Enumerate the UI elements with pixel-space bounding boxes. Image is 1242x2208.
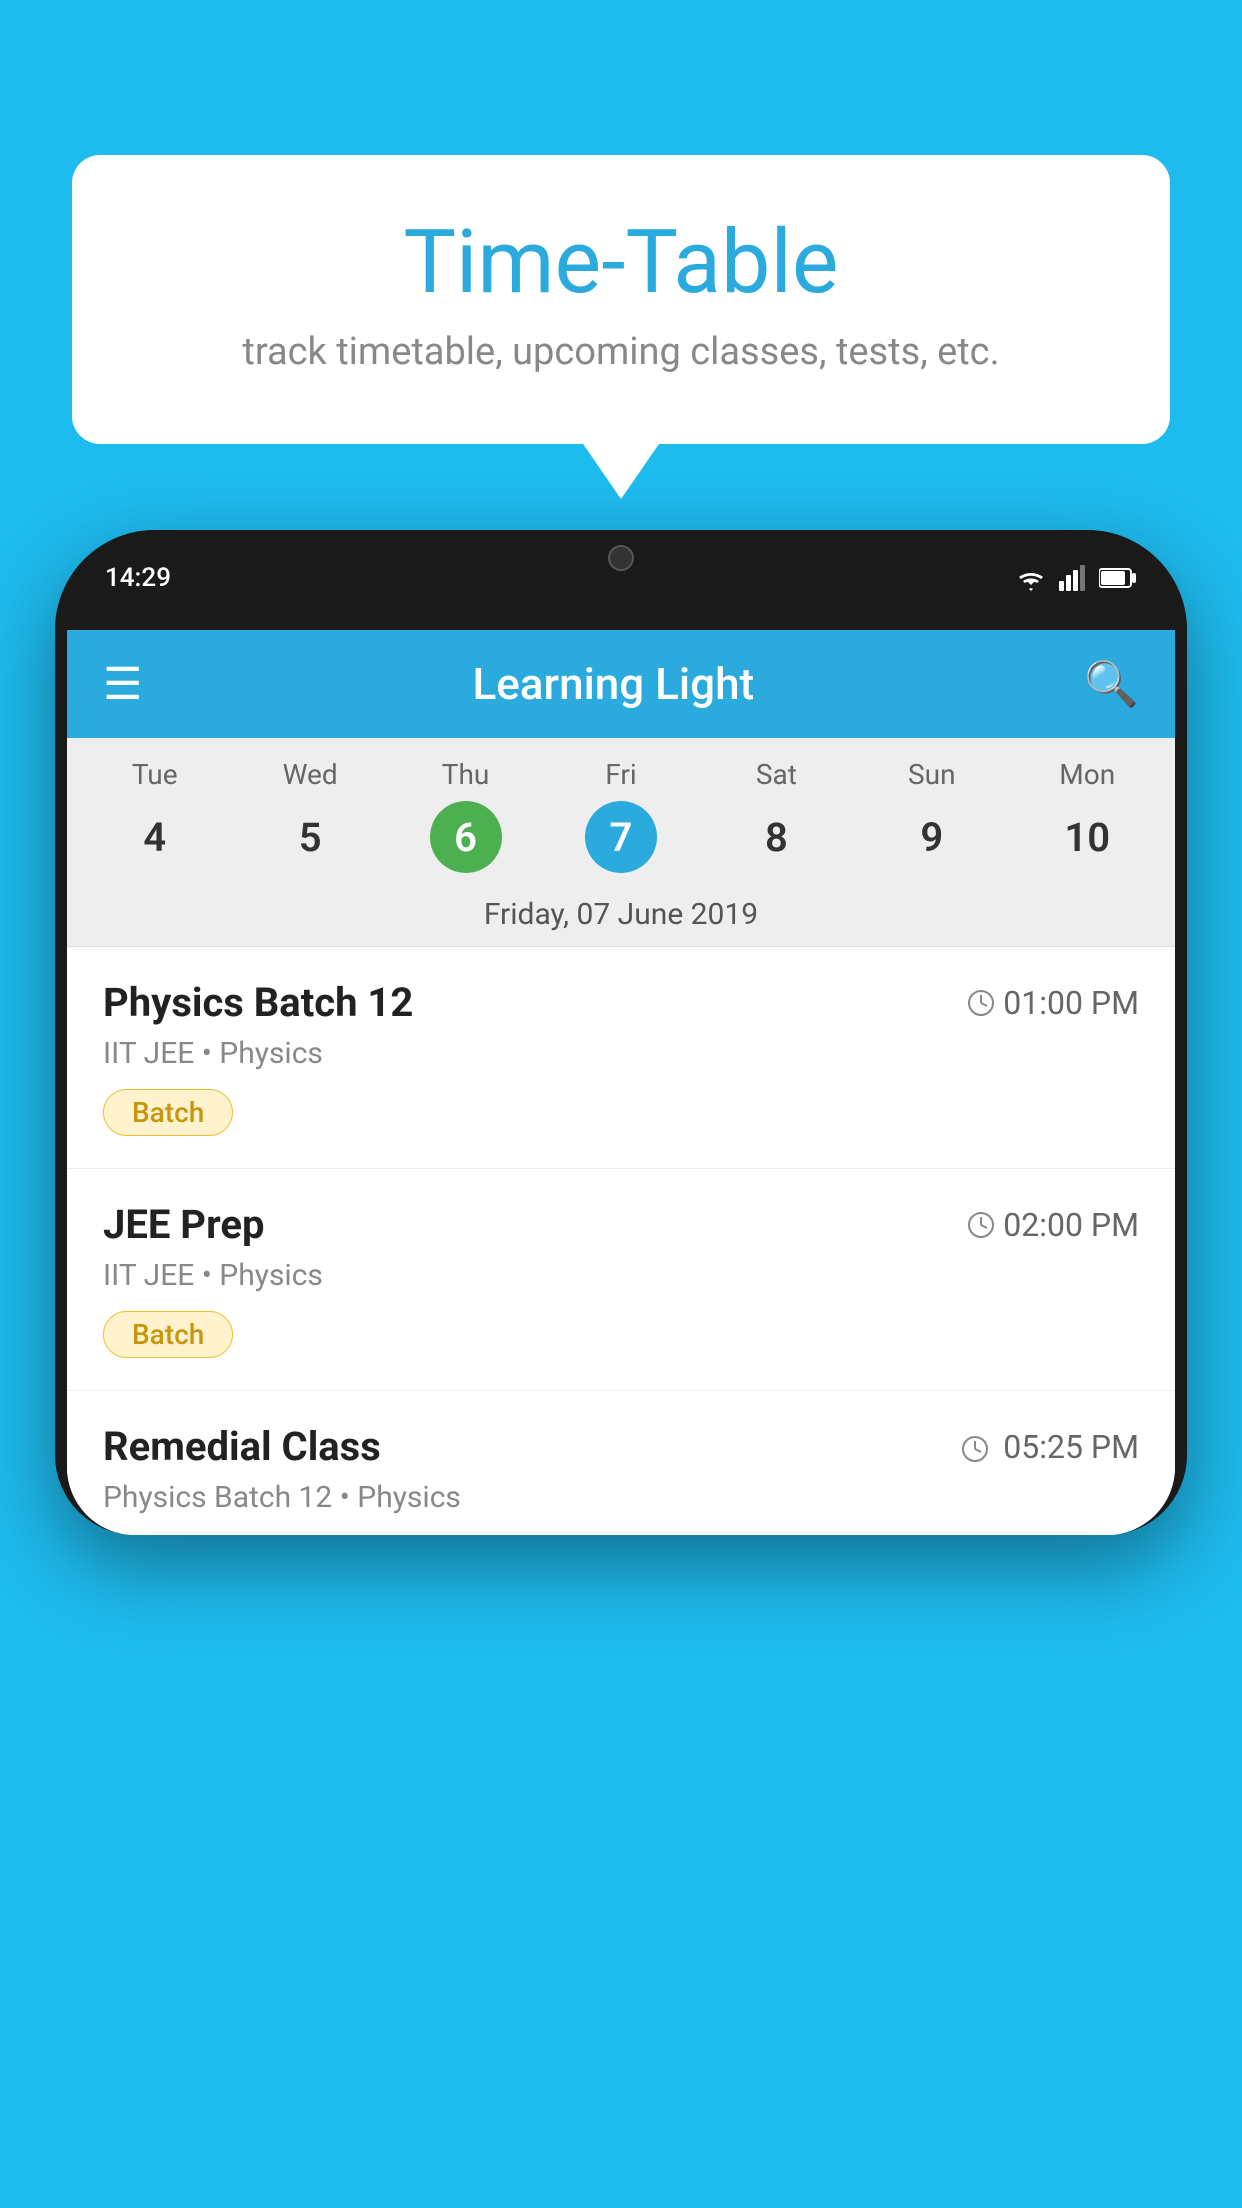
day-label: Sun <box>908 758 956 791</box>
day-number[interactable]: 4 <box>119 801 191 873</box>
schedule-item-title: Remedial Class <box>103 1423 381 1470</box>
phone-device: 14:29 <box>55 530 1187 1535</box>
schedule-item-time: 01:00 PM <box>967 984 1139 1022</box>
day-column[interactable]: Tue 4 <box>95 758 215 873</box>
day-label: Mon <box>1059 758 1115 791</box>
signal-icon <box>1059 565 1089 591</box>
schedule-list: Physics Batch 12 01:00 PM IIT JEE • Phys… <box>67 947 1175 1535</box>
app-bar-title: Learning Light <box>142 658 1084 710</box>
day-number[interactable]: 10 <box>1051 801 1123 873</box>
day-column[interactable]: Sat 8 <box>716 758 836 873</box>
day-number[interactable]: 9 <box>896 801 968 873</box>
week-days: Tue 4 Wed 5 Thu 6 Fri 7 Sat 8 Sun 9 Mon 10 <box>67 738 1175 883</box>
phone-camera <box>608 545 634 571</box>
day-label: Tue <box>132 758 178 791</box>
schedule-item-title: JEE Prep <box>103 1201 264 1248</box>
selected-date: Friday, 07 June 2019 <box>67 883 1175 947</box>
schedule-item-time: 02:00 PM <box>967 1206 1139 1244</box>
batch-badge: Batch <box>103 1089 233 1136</box>
phone-top: 14:29 <box>55 530 1187 630</box>
day-label: Sat <box>756 758 797 791</box>
phone-notch <box>541 530 701 585</box>
search-icon[interactable]: 🔍 <box>1084 658 1139 710</box>
schedule-item-subtitle: IIT JEE • Physics <box>103 1036 1139 1071</box>
page-title: Time-Table <box>152 215 1090 312</box>
day-column[interactable]: Fri 7 <box>561 758 681 873</box>
hamburger-icon[interactable]: ☰ <box>103 658 142 710</box>
day-number[interactable]: 8 <box>740 801 812 873</box>
day-number[interactable]: 6 <box>430 801 502 873</box>
status-icons <box>1013 565 1137 591</box>
page-subtitle: track timetable, upcoming classes, tests… <box>152 330 1090 374</box>
day-column[interactable]: Mon 10 <box>1027 758 1147 873</box>
schedule-item-subtitle: Physics Batch 12 • Physics <box>103 1480 1139 1515</box>
clock-icon <box>967 1211 995 1239</box>
schedule-item-header: Remedial Class 05:25 PM <box>103 1423 1139 1470</box>
speech-bubble: Time-Table track timetable, upcoming cla… <box>72 155 1170 444</box>
day-label: Fri <box>605 758 636 791</box>
day-number[interactable]: 7 <box>585 801 657 873</box>
day-number[interactable]: 5 <box>274 801 346 873</box>
schedule-item[interactable]: Remedial Class 05:25 PM Physics Batch 12… <box>67 1391 1175 1535</box>
status-time: 14:29 <box>105 563 171 593</box>
clock-icon <box>967 989 995 1017</box>
day-column[interactable]: Wed 5 <box>250 758 370 873</box>
day-label: Wed <box>283 758 338 791</box>
schedule-item-header: Physics Batch 12 01:00 PM <box>103 979 1139 1026</box>
schedule-item-subtitle: IIT JEE • Physics <box>103 1258 1139 1293</box>
phone-screen: ☰ Learning Light 🔍 Tue4Wed5Thu6Fri7Sat8S… <box>67 630 1175 1535</box>
schedule-item[interactable]: Physics Batch 12 01:00 PM IIT JEE • Phys… <box>67 947 1175 1169</box>
app-bar: ☰ Learning Light 🔍 <box>67 630 1175 738</box>
wifi-icon <box>1013 565 1049 591</box>
schedule-item[interactable]: JEE Prep 02:00 PM IIT JEE • Physics Batc… <box>67 1169 1175 1391</box>
day-column[interactable]: Thu 6 <box>406 758 526 873</box>
schedule-item-title: Physics Batch 12 <box>103 979 413 1026</box>
day-column[interactable]: Sun 9 <box>872 758 992 873</box>
day-label: Thu <box>442 758 490 791</box>
schedule-item-time: 05:25 PM <box>961 1428 1139 1466</box>
clock-icon <box>961 1435 989 1463</box>
calendar-strip: Tue 4 Wed 5 Thu 6 Fri 7 Sat 8 Sun 9 Mon 10 Friday, 07… <box>67 738 1175 947</box>
battery-icon <box>1099 567 1137 589</box>
schedule-item-header: JEE Prep 02:00 PM <box>103 1201 1139 1248</box>
batch-badge: Batch <box>103 1311 233 1358</box>
phone-wrapper: 14:29 <box>55 530 1187 2208</box>
